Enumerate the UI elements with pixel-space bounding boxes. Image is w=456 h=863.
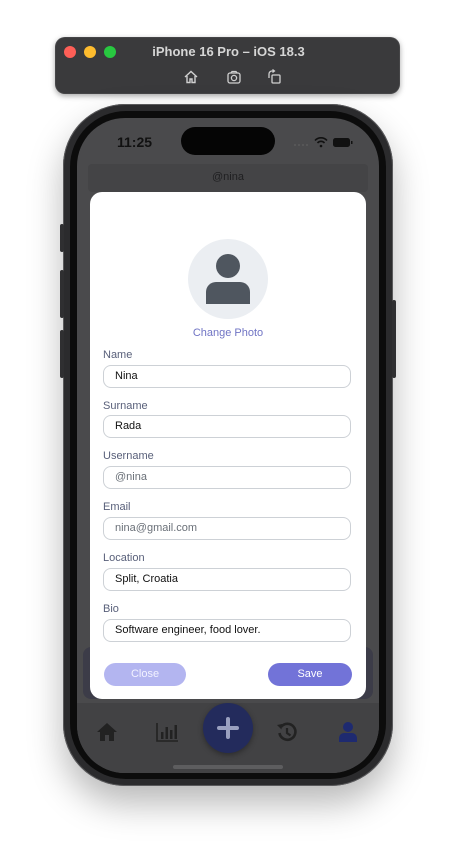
name-label: Name: [103, 349, 133, 361]
status-time: 11:25: [117, 134, 153, 150]
volume-up-button: [60, 270, 64, 318]
history-icon: [277, 722, 297, 742]
username-input[interactable]: @nina: [103, 466, 351, 489]
edit-profile-modal: Change Photo Name Nina Surname Rada User…: [90, 192, 366, 699]
home-icon[interactable]: [183, 69, 199, 85]
power-button: [392, 300, 396, 378]
person-avatar-icon: [206, 254, 250, 304]
volume-down-button: [60, 330, 64, 378]
close-button[interactable]: Close: [104, 663, 186, 686]
change-photo-link[interactable]: Change Photo: [90, 327, 366, 339]
surname-input[interactable]: Rada: [103, 415, 351, 438]
simulator-window: iPhone 16 Pro – iOS 18.3 11:25 @nina Cha…: [0, 0, 456, 863]
screenshot-icon[interactable]: [226, 69, 242, 85]
email-label: Email: [103, 501, 131, 513]
plus-icon: [217, 717, 239, 739]
signal-icon: [294, 144, 308, 146]
location-input[interactable]: Split, Croatia: [103, 568, 351, 591]
simulator-title: iPhone 16 Pro – iOS 18.3: [152, 44, 305, 59]
action-button: [60, 224, 64, 252]
battery-icon: [333, 138, 353, 147]
surname-label: Surname: [103, 400, 148, 412]
bar-chart-icon: [156, 723, 178, 742]
add-button[interactable]: [203, 703, 253, 753]
home-icon: [97, 723, 117, 741]
simulator-toolbar: iPhone 16 Pro – iOS 18.3: [55, 37, 400, 94]
home-indicator: [173, 765, 283, 769]
tab-profile[interactable]: [336, 721, 360, 743]
avatar[interactable]: [188, 239, 268, 319]
rotate-icon[interactable]: [266, 69, 282, 85]
tab-history[interactable]: [275, 721, 299, 743]
name-input[interactable]: Nina: [103, 365, 351, 388]
email-input[interactable]: nina@gmail.com: [103, 517, 351, 540]
tab-home[interactable]: [95, 721, 119, 743]
person-icon: [339, 722, 357, 742]
username-label: Username: [103, 450, 154, 462]
profile-header: @nina: [88, 164, 368, 192]
status-icons: [294, 136, 353, 148]
dynamic-island: [181, 127, 275, 155]
bio-label: Bio: [103, 603, 119, 615]
bio-input[interactable]: Software engineer, food lover.: [103, 619, 351, 642]
status-bar: 11:25: [77, 118, 379, 163]
header-username: @nina: [212, 171, 244, 183]
save-button[interactable]: Save: [268, 663, 352, 686]
tab-stats[interactable]: [155, 721, 179, 743]
location-label: Location: [103, 552, 145, 564]
wifi-icon: [314, 136, 328, 144]
phone-screen: 11:25 @nina Change Photo Name Nina Surna…: [77, 118, 379, 773]
